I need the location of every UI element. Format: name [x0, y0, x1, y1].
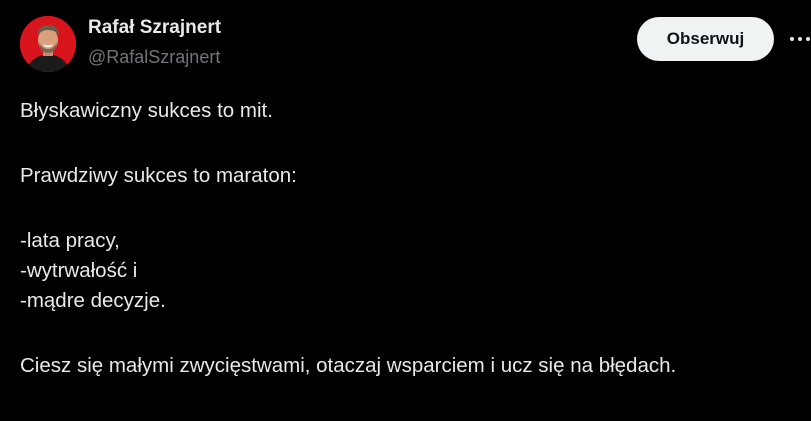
tweet-line: -mądre decyzje. — [20, 289, 166, 312]
more-horizontal-icon[interactable] — [786, 30, 810, 48]
tweet-line: Ciesz się małymi zwycięstwami, otaczaj w… — [20, 354, 677, 377]
tweet-line: Prawdziwy sukces to maraton: — [20, 164, 297, 187]
tweet-card: Rafał Szrajnert @RafalSzrajnert Obserwuj… — [0, 0, 811, 421]
tweet-line: Błyskawiczny sukces to mit. — [20, 99, 273, 122]
line-break — [20, 191, 805, 226]
avatar-image — [20, 16, 76, 72]
tweet-text: Błyskawiczny sukces to mit. Prawdziwy su… — [20, 96, 805, 381]
avatar[interactable] — [20, 16, 76, 72]
line-break — [20, 316, 805, 351]
line-break — [20, 126, 805, 161]
author-handle[interactable]: @RafalSzrajnert — [88, 47, 220, 68]
tweet-line: -wytrwałość i — [20, 259, 138, 282]
tweet-line: -lata pracy, — [20, 229, 120, 252]
follow-button[interactable]: Obserwuj — [637, 17, 774, 61]
author-name[interactable]: Rafał Szrajnert — [88, 17, 221, 39]
